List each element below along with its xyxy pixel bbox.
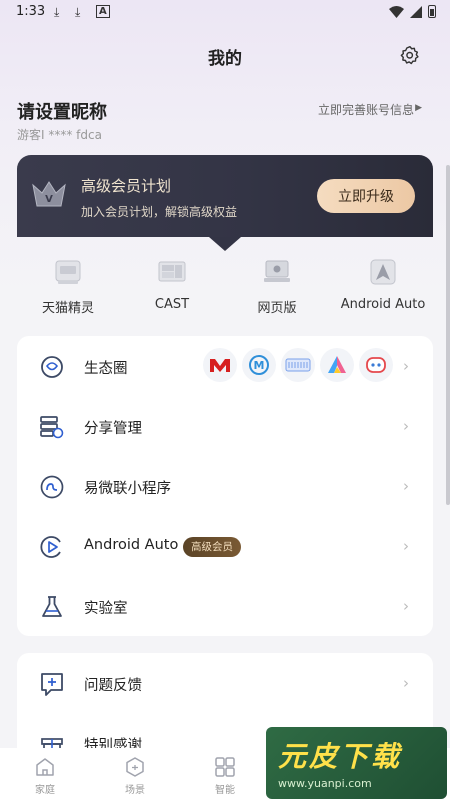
settings-gear-icon[interactable] — [400, 45, 420, 65]
smart-panel-icon — [281, 348, 315, 382]
status-bar: 1:33 ⤓ ⤓ A — [0, 0, 450, 26]
tab-home[interactable]: 家庭 — [0, 756, 90, 796]
nickname[interactable]: 请设置昵称 — [17, 98, 107, 124]
tab-label: 场景 — [125, 785, 145, 796]
quick-links: 天猫精灵 CAST 网页版 Android Auto — [0, 252, 450, 322]
download-icon: ⤓ — [75, 5, 81, 19]
tab-smart[interactable]: 智能 — [180, 756, 270, 796]
battery-icon — [428, 5, 436, 18]
web-version-icon — [264, 260, 290, 282]
share-manage-icon — [40, 416, 64, 439]
ecosystem-app-list: M — [203, 348, 393, 382]
quick-link-cast[interactable]: CAST — [117, 252, 227, 312]
chevron-right-icon: › — [403, 417, 409, 435]
svg-text:V: V — [45, 194, 53, 205]
menu-row-mini-program[interactable]: 易微联小程序 › — [17, 456, 433, 516]
quick-link-android-auto[interactable]: Android Auto — [328, 252, 438, 312]
watermark-logo: 元皮下载 www.yuanpi.com — [266, 727, 447, 799]
guest-id: 游客I **** fdca — [17, 128, 102, 142]
feedback-icon — [41, 673, 63, 696]
menu-label: 易微联小程序 — [84, 481, 171, 497]
menu-row-android-auto[interactable]: Android Auto 高级会员 › — [17, 516, 433, 576]
wifi-icon — [389, 5, 404, 18]
vip-subtitle: 加入会员计划，解锁高级权益 — [81, 205, 238, 219]
watermark-brand: 元皮下载 — [278, 740, 403, 773]
menu-label: 实验室 — [84, 601, 128, 617]
quick-link-label: CAST — [154, 297, 190, 312]
home-icon — [36, 758, 54, 776]
complete-account-link[interactable]: 立即完善账号信息 — [318, 101, 414, 118]
mi-app-icon: M — [242, 348, 276, 382]
download-icon: ⤓ — [54, 5, 60, 19]
upgrade-button[interactable]: 立即升级 — [317, 179, 415, 213]
alexa-style-icon — [320, 348, 354, 382]
menu-label: Android Auto — [84, 537, 179, 553]
chevron-right-icon: › — [403, 537, 409, 555]
quick-link-label: 天猫精灵 — [41, 301, 94, 316]
smart-icon — [215, 757, 235, 777]
menu-label: 生态圈 — [84, 361, 128, 377]
watermark-url: www.yuanpi.com — [278, 777, 372, 790]
chevron-right-icon: ▶ — [415, 103, 422, 113]
scene-icon — [126, 757, 144, 777]
ecosystem-icon — [41, 356, 63, 378]
svg-text:M: M — [254, 359, 265, 372]
menu-row-ecosystem[interactable]: 生态圈 M › — [17, 336, 433, 396]
menu-row-share[interactable]: 分享管理 › — [17, 396, 433, 456]
android-auto-icon — [370, 259, 396, 285]
lab-flask-icon — [42, 596, 62, 617]
quick-link-label: 网页版 — [257, 301, 297, 316]
menu-label: 问题反馈 — [84, 678, 142, 694]
signal-icon — [410, 5, 422, 18]
vip-card-pointer — [209, 237, 241, 251]
meross-icon — [203, 348, 237, 382]
scrollbar[interactable] — [446, 165, 450, 505]
cast-icon — [158, 261, 186, 282]
quick-link-tmall-genie[interactable]: 天猫精灵 — [13, 252, 123, 316]
status-indicators — [389, 5, 436, 18]
tab-label: 智能 — [215, 785, 235, 796]
status-time: 1:33 — [16, 4, 46, 19]
robot-face-icon — [359, 348, 393, 382]
android-auto-play-icon — [40, 536, 61, 558]
menu-row-lab[interactable]: 实验室 › — [17, 576, 433, 636]
menu-row-feedback[interactable]: 问题反馈 › — [17, 653, 433, 713]
tab-scene[interactable]: 场景 — [90, 756, 180, 796]
quick-link-web[interactable]: 网页版 — [222, 252, 332, 316]
tab-label: 家庭 — [35, 785, 55, 796]
app-notification-icon: A — [96, 5, 110, 18]
vip-title: 高级会员计划 — [81, 177, 172, 195]
vip-crown-icon: V — [32, 181, 66, 207]
vip-plan-card[interactable]: V 高级会员计划 加入会员计划，解锁高级权益 立即升级 — [17, 155, 433, 237]
chevron-right-icon: › — [403, 597, 409, 615]
chevron-right-icon: › — [403, 477, 409, 495]
tmall-genie-icon — [55, 260, 81, 284]
main-menu-card: 生态圈 M › 分享管理 › 易微联小程序 › Android Auto 高级会… — [17, 336, 433, 636]
page-title: 我的 — [208, 49, 242, 69]
quick-link-label: Android Auto — [340, 297, 426, 312]
menu-label: 分享管理 — [84, 421, 142, 437]
mini-program-icon — [40, 475, 64, 499]
chevron-right-icon: › — [403, 357, 409, 375]
chevron-right-icon: › — [403, 674, 409, 692]
premium-member-badge: 高级会员 — [183, 537, 241, 557]
